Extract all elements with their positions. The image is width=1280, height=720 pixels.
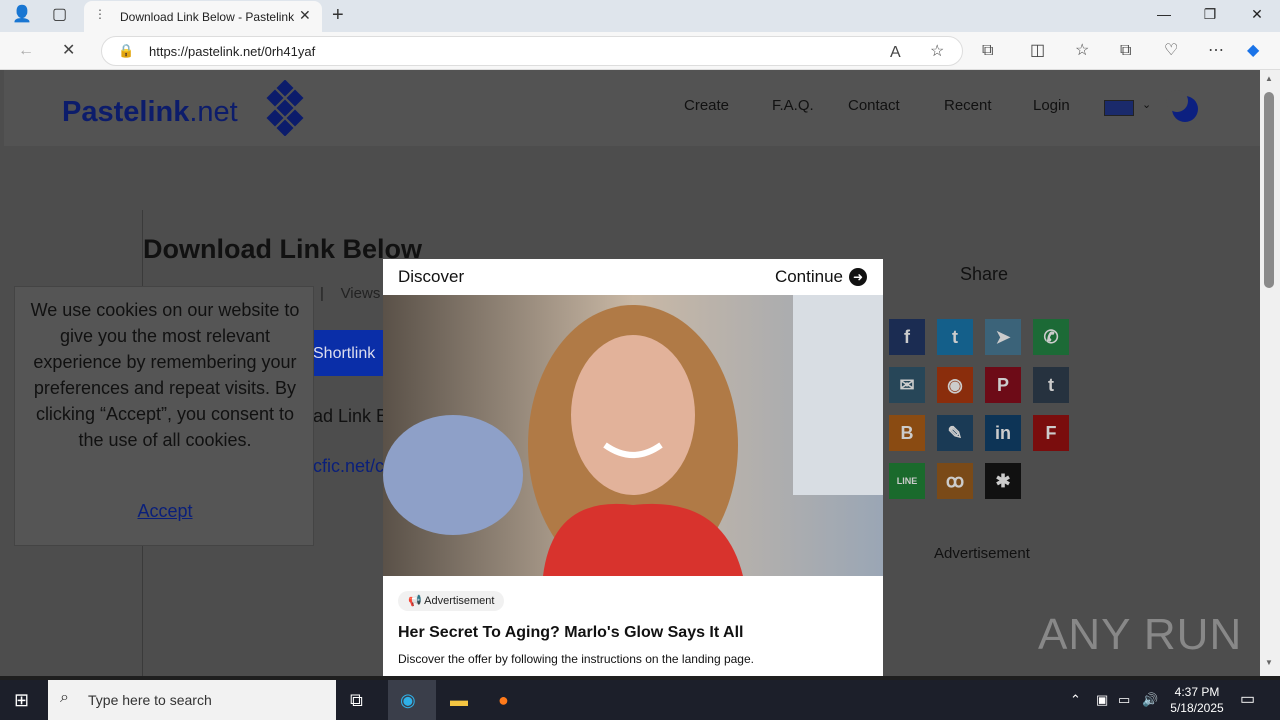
cookie-notice: We use cookies on our website to give yo… xyxy=(14,286,314,546)
megaphone-icon: 📢 xyxy=(408,595,422,607)
page-loading-icon: ⋮ xyxy=(94,7,106,21)
scroll-down-icon[interactable]: ▼ xyxy=(1265,658,1273,667)
firefox-icon[interactable]: ● xyxy=(498,688,509,712)
tab-active[interactable]: ⋮ Download Link Below - Pastelink ✕ xyxy=(84,1,322,32)
nav-faq[interactable]: F.A.Q. xyxy=(772,97,814,114)
nav-create[interactable]: Create xyxy=(684,97,729,114)
whatsapp-icon[interactable]: ✆ xyxy=(1033,319,1069,355)
nav-login[interactable]: Login xyxy=(1033,97,1070,114)
web-page: Pastelink.net Create F.A.Q. Contact Rece… xyxy=(0,70,1260,676)
logo-mark-icon xyxy=(266,80,304,136)
facebook-icon[interactable]: f xyxy=(889,319,925,355)
reddit-icon[interactable]: ◉ xyxy=(937,367,973,403)
close-tab-icon[interactable]: ✕ xyxy=(299,7,311,24)
read-aloud-icon[interactable]: A xyxy=(890,43,901,63)
chevron-down-icon[interactable]: ⌄ xyxy=(1142,98,1151,111)
stop-loading-icon[interactable]: ✕ xyxy=(62,41,75,61)
cookie-message: We use cookies on our website to give yo… xyxy=(30,300,300,450)
email-icon[interactable]: ✉ xyxy=(889,367,925,403)
ad-photo[interactable] xyxy=(383,295,883,576)
arrow-right-icon[interactable]: ➜ xyxy=(849,268,867,286)
site-logo[interactable]: Pastelink.net xyxy=(62,96,238,129)
extensions-icon[interactable]: ⧉ xyxy=(982,41,993,61)
close-window-icon[interactable]: ✕ xyxy=(1234,6,1280,23)
network-icon[interactable]: ▭ xyxy=(1118,688,1130,712)
task-view-icon[interactable]: ⧉ xyxy=(350,688,363,712)
flipboard-icon[interactable]: F xyxy=(1033,415,1069,451)
download-link-text: ad Link B xyxy=(313,406,389,426)
more-menu-icon[interactable]: ⋯ xyxy=(1208,41,1224,61)
clock-date: 5/18/2025 xyxy=(1170,701,1224,715)
scrollbar-thumb[interactable] xyxy=(1264,92,1274,288)
file-explorer-icon[interactable]: ▬ xyxy=(450,688,468,712)
system-clock[interactable]: 4:37 PM 5/18/2025 xyxy=(1162,684,1232,716)
nav-contact[interactable]: Contact xyxy=(848,97,900,114)
volume-icon[interactable]: 🔊 xyxy=(1142,688,1158,712)
notifications-icon[interactable]: ▭ xyxy=(1240,688,1255,712)
views-label: | Views xyxy=(320,285,381,302)
new-tab-icon[interactable]: + xyxy=(332,5,344,25)
nav-recent[interactable]: Recent xyxy=(944,97,992,114)
scroll-up-icon[interactable]: ▲ xyxy=(1265,74,1273,83)
restore-icon[interactable]: ❐ xyxy=(1187,6,1233,23)
tab-title: Download Link Below - Pastelink xyxy=(120,10,295,24)
taskbar: ⊞ ⌕ Type here to search ⧉ ◉ ▬ ● ⌃ ▣ ▭ 🔊 … xyxy=(0,680,1280,720)
tumblr-icon[interactable]: t xyxy=(1033,367,1069,403)
ad-description: Discover the offer by following the inst… xyxy=(398,652,754,666)
anyrun-watermark: ANY RUN xyxy=(1038,610,1243,659)
copilot-icon[interactable]: ◆ xyxy=(1247,41,1259,61)
tab-bar: 👤 ▢ ⋮ Download Link Below - Pastelink ✕ … xyxy=(0,0,1280,32)
split-screen-icon[interactable]: ◫ xyxy=(1030,41,1045,61)
url-text[interactable]: https://pastelink.net/0rh41yaf xyxy=(149,44,315,59)
line-icon[interactable]: LINE xyxy=(889,463,925,499)
twitter-icon[interactable]: t xyxy=(937,319,973,355)
page-scrollbar[interactable]: ▲ ▼ xyxy=(1260,70,1280,676)
accept-cookies-link[interactable]: Accept xyxy=(15,501,315,522)
minimize-icon[interactable]: — xyxy=(1141,6,1187,22)
advertisement-label: Advertisement xyxy=(934,545,1030,562)
page-title: Download Link Below xyxy=(143,234,423,264)
favorite-star-icon[interactable]: ☆ xyxy=(930,42,944,62)
tray-device-icon[interactable]: ▣ xyxy=(1096,688,1108,712)
telegram-icon[interactable]: ➤ xyxy=(985,319,1021,355)
modal-discover-label: Discover xyxy=(398,267,465,286)
lock-icon[interactable]: 🔒 xyxy=(118,43,134,59)
share-title: Share xyxy=(960,264,1009,284)
address-toolbar: ← ✕ 🔒 https://pastelink.net/0rh41yaf A ☆… xyxy=(0,32,1280,70)
delicious-icon[interactable]: ✱ xyxy=(985,463,1021,499)
favorites-icon[interactable]: ☆ xyxy=(1075,41,1089,61)
back-icon[interactable]: ← xyxy=(18,41,34,61)
address-bar[interactable]: 🔒 https://pastelink.net/0rh41yaf A ☆ xyxy=(101,36,963,66)
pinterest-icon[interactable]: P xyxy=(985,367,1021,403)
search-icon: ⌕ xyxy=(60,689,69,706)
browser-essentials-icon[interactable]: ♡ xyxy=(1164,41,1178,61)
continue-button[interactable]: Continue xyxy=(775,267,843,287)
collections-icon[interactable]: ⧉ xyxy=(1120,41,1131,61)
tab-actions-icon[interactable]: ▢ xyxy=(52,5,67,25)
mix-icon[interactable]: ꝏ xyxy=(937,463,973,499)
modal-header: Discover Continue ➜ xyxy=(383,259,883,295)
taskbar-search[interactable]: ⌕ Type here to search xyxy=(48,680,336,720)
tray-chevron-icon[interactable]: ⌃ xyxy=(1070,688,1081,712)
profile-icon[interactable]: 👤 xyxy=(12,5,32,25)
shortlink-button[interactable]: Shortlink xyxy=(313,330,393,376)
clock-time: 4:37 PM xyxy=(1174,685,1220,699)
linkedin-icon[interactable]: in xyxy=(985,415,1021,451)
livejournal-icon[interactable]: ✎ xyxy=(937,415,973,451)
ad-modal: Discover Continue ➜ 📢 Advertisement Her … xyxy=(383,259,883,676)
language-flag-icon[interactable] xyxy=(1104,100,1134,116)
download-link[interactable]: cfic.net/c xyxy=(313,456,384,477)
edge-icon[interactable]: ◉ xyxy=(400,688,416,712)
windows-start-icon[interactable]: ⊞ xyxy=(14,688,29,712)
advertisement-badge: 📢 Advertisement xyxy=(398,591,505,611)
dark-mode-moon-icon[interactable] xyxy=(1166,90,1198,122)
search-placeholder[interactable]: Type here to search xyxy=(88,692,212,708)
ad-headline[interactable]: Her Secret To Aging? Marlo's Glow Says I… xyxy=(398,624,744,642)
blogger-icon[interactable]: B xyxy=(889,415,925,451)
